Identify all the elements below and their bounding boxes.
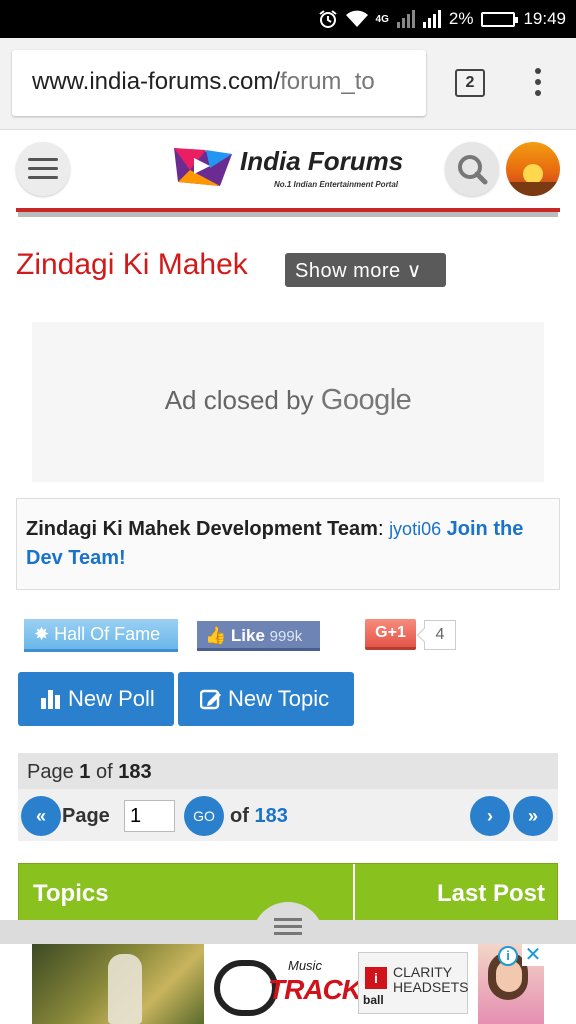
- facebook-like-button[interactable]: 👍 Like 999k: [197, 621, 320, 651]
- wifi-icon: [345, 10, 368, 28]
- thumbs-up-icon: 👍: [205, 626, 227, 645]
- ad-box-line2: HEADSETS: [393, 979, 469, 995]
- topics-column-header[interactable]: Topics: [33, 880, 109, 908]
- url-path: forum_to: [280, 68, 375, 95]
- first-page-button[interactable]: «: [21, 796, 61, 836]
- total-pages: 183: [118, 761, 152, 783]
- column-divider: [353, 864, 355, 926]
- ad-close-icon[interactable]: ✕: [522, 944, 544, 966]
- ad-music-word: Music: [288, 958, 322, 973]
- like-label: Like: [230, 626, 265, 645]
- dev-team-box: Zindagi Ki Mahek Development Team: jyoti…: [16, 498, 560, 590]
- site-logo[interactable]: India Forums No.1 Indian Entertainment P…: [170, 140, 410, 200]
- ad-closed-text: Ad closed by: [164, 385, 314, 415]
- network-type: 4G: [375, 13, 389, 25]
- google-logo: Google: [320, 384, 412, 416]
- current-page: 1: [79, 761, 91, 783]
- clock: 19:49: [523, 9, 566, 28]
- header-strip: [18, 212, 558, 217]
- battery-percent: 2%: [448, 9, 474, 28]
- ad-box-brand: ball: [363, 993, 384, 1007]
- bar-chart-icon: [41, 690, 60, 709]
- last-post-column-header[interactable]: Last Post: [437, 880, 545, 908]
- url-host: www.india-forums.com/: [32, 68, 281, 95]
- dev-team-member-link[interactable]: jyoti06: [389, 519, 441, 539]
- menu-icon[interactable]: [16, 142, 70, 196]
- page-summary: Page 1 of 183: [18, 753, 558, 789]
- signal-icon-2: [422, 10, 441, 28]
- hall-of-fame-label: Hall Of Fame: [54, 624, 161, 644]
- tab-switcher-button[interactable]: 2: [455, 69, 485, 97]
- ad-box-line1: CLARITY: [393, 964, 453, 980]
- page-input-label: Page: [62, 805, 110, 827]
- google-plus-count: 4: [424, 620, 456, 650]
- show-more-button[interactable]: Show more ∨: [285, 253, 446, 287]
- iball-logo-icon: i: [365, 967, 387, 989]
- ad-track-word: TRACK: [268, 974, 362, 1005]
- forum-title: Zindagi Ki Mahek: [16, 248, 248, 281]
- ad-closed-message: Ad closed by Google: [32, 384, 544, 417]
- new-topic-button[interactable]: New Topic: [178, 672, 354, 726]
- page-total-label: of 183: [230, 805, 288, 828]
- user-avatar[interactable]: [506, 142, 560, 196]
- new-topic-label: New Topic: [228, 686, 330, 711]
- more-options-icon[interactable]: [533, 68, 543, 100]
- ad-headphones-section: Music TRACK: [204, 944, 362, 1024]
- search-icon: [458, 155, 488, 185]
- go-button[interactable]: GO: [184, 796, 224, 836]
- ad-yoga-image: [32, 944, 204, 1024]
- alarm-icon: [318, 9, 338, 29]
- logo-tagline: No.1 Indian Entertainment Portal: [274, 180, 399, 189]
- like-count: 999k: [269, 628, 303, 645]
- next-page-button[interactable]: ›: [470, 796, 510, 836]
- logo-play-icon: [174, 148, 232, 186]
- dev-team-label: Zindagi Ki Mahek Development Team: [26, 518, 378, 540]
- dev-team-separator: :: [377, 518, 384, 540]
- last-page-button[interactable]: »: [513, 796, 553, 836]
- pagination: Page 1 of 183 « Page GO of 183 › »: [18, 753, 558, 841]
- page-word: Page: [27, 761, 74, 783]
- site-header: India Forums No.1 Indian Entertainment P…: [0, 130, 576, 212]
- logo-name: India Forums: [240, 146, 404, 176]
- ad-box-text: CLARITY HEADSETS: [393, 965, 468, 995]
- bottom-ad-banner[interactable]: Music TRACK i ball CLARITY HEADSETS i ✕: [32, 944, 544, 1024]
- new-poll-button[interactable]: New Poll: [18, 672, 174, 726]
- battery-icon: [481, 11, 519, 27]
- page-number-input[interactable]: [124, 800, 175, 832]
- search-button[interactable]: [445, 142, 499, 196]
- ad-placeholder: Ad closed by Google: [32, 322, 544, 482]
- status-icons: 4G 2% 19:49: [318, 0, 566, 38]
- status-bar: 4G 2% 19:49: [0, 0, 576, 38]
- signal-icon: [396, 10, 415, 28]
- browser-toolbar: www.india-forums.com/forum_to 2: [0, 38, 576, 130]
- google-plus-button[interactable]: G+1: [365, 619, 416, 650]
- hall-of-fame-button[interactable]: ✸ Hall Of Fame: [24, 619, 178, 652]
- of-word-2: of: [230, 805, 249, 827]
- edit-icon: [200, 689, 221, 710]
- star-burst-icon: ✸: [34, 624, 50, 644]
- total-pages-link[interactable]: 183: [254, 805, 287, 827]
- ad-info-icon[interactable]: i: [498, 946, 518, 966]
- of-word: of: [95, 761, 113, 783]
- ad-product-box: i ball CLARITY HEADSETS: [358, 952, 468, 1014]
- new-poll-label: New Poll: [68, 686, 155, 711]
- url-bar[interactable]: www.india-forums.com/forum_to: [12, 50, 426, 116]
